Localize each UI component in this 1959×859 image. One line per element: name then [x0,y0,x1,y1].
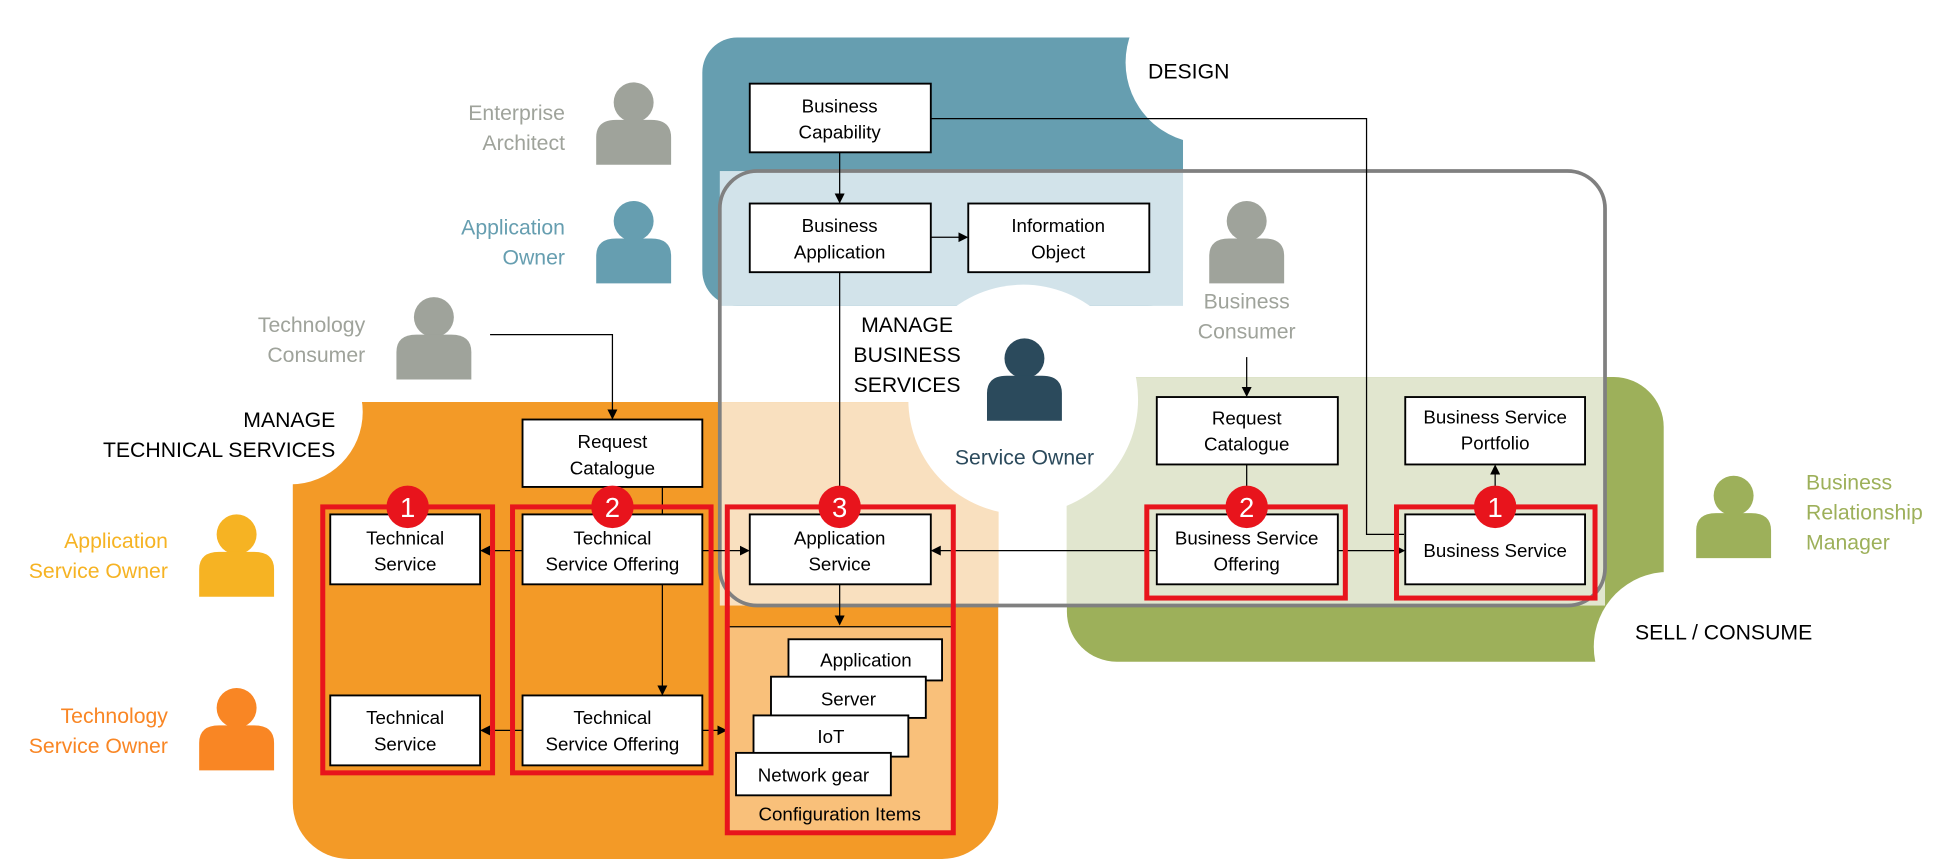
ci-iot[interactable]: IoT [752,714,910,758]
business-consumer-label: Consumer [1198,320,1296,343]
application-owner-person-icon [596,201,672,284]
enterprise-architect-label: Enterprise [468,102,565,125]
box-label: Offering [1214,554,1280,575]
service-owner-label: Service Owner [955,446,1094,469]
box-label: Service [808,554,870,575]
box-label: Service [374,554,436,575]
box-label: Capability [799,122,882,143]
technical-service-box-2[interactable]: Technical Service [329,694,482,767]
ci-label: Network gear [758,765,869,786]
box-label: Object [1031,241,1086,262]
application-service-owner-label: Service Owner [29,560,168,583]
box-label: Service Offering [545,554,679,575]
box-label: Request [1212,408,1283,429]
request-catalogue-business-box[interactable]: Request Catalogue [1155,396,1339,466]
business-consumer-person-icon [1209,201,1285,284]
box-label: Business Service [1175,527,1319,548]
manage-business-label-3: SERVICES [854,374,961,397]
service-model-diagram: DESIGN MANAGE BUSINESS SERVICES MANAGE T… [29,0,1923,859]
ci-label: IoT [817,726,844,747]
badge-number: 1 [400,492,415,523]
ci-label: Server [821,688,876,709]
box-label: Catalogue [570,457,655,478]
technology-service-owner-label: Service Owner [29,735,168,758]
ci-network-gear[interactable]: Network gear [735,751,892,797]
box-label: Service Offering [545,733,679,754]
box-label: Technical [573,707,651,728]
box-label: Application [794,241,886,262]
enterprise-architect-person-icon [596,82,672,165]
manage-business-label-1: MANAGE [861,314,953,337]
badge: 2 [1225,485,1268,529]
configuration-items-title: Configuration Items [759,803,921,824]
manage-technical-label-2: TECHNICAL SERVICES [103,439,335,462]
business-consumer-label: Business [1204,290,1290,313]
brm-label: Relationship [1806,501,1923,524]
design-label: DESIGN [1148,61,1229,84]
technology-service-owner-label: Technology [61,705,169,728]
manage-business-label-2: BUSINESS [853,344,960,367]
application-owner-label: Owner [502,247,565,270]
business-capability-box[interactable]: Business Capability [748,82,932,154]
brm-label: Business [1806,471,1892,494]
badge-number: 2 [605,492,620,523]
sell-consume-label: SELL / CONSUME [1635,621,1812,644]
technical-service-offering-box-2[interactable]: Technical Service Offering [521,694,704,767]
business-application-box[interactable]: Business Application [748,202,932,274]
box-label: Application [794,527,886,548]
brm-label: Manager [1806,531,1890,554]
box-label: Business Service [1423,540,1567,561]
box-label: Technical [366,707,444,728]
box-label: Request [578,431,649,452]
box-label: Portfolio [1461,432,1530,453]
ci-label: Application [820,650,912,671]
business-service-portfolio-box[interactable]: Business Service Portfolio [1404,396,1586,466]
badge: 3 [818,485,861,529]
box-label: Business [802,215,878,236]
box-label: Catalogue [1204,434,1289,455]
badge-number: 2 [1239,492,1254,523]
business-relationship-manager-person-icon [1696,475,1772,559]
badge-number: 1 [1488,492,1503,523]
ci-application[interactable]: Application [787,638,943,682]
information-object-box[interactable]: Information Object [967,202,1151,274]
manage-technical-label-1: MANAGE [243,409,335,432]
enterprise-architect-label: Architect [482,132,565,155]
technology-consumer-label: Technology [258,314,366,337]
application-service-owner-person-icon [199,514,275,597]
box-label: Information [1011,215,1105,236]
request-catalogue-tech-box[interactable]: Request Catalogue [521,418,704,488]
technology-consumer-label: Consumer [267,344,365,367]
box-label: Technical [366,527,444,548]
application-service-owner-label: Application [64,530,168,553]
box-label: Service [374,733,436,754]
technology-consumer-person-icon [396,297,472,380]
ci-server[interactable]: Server [770,675,927,719]
box-label: Business Service [1423,406,1567,427]
box-label: Technical [573,527,651,548]
box-label: Business [802,95,878,116]
badge: 1 [386,485,429,529]
badge: 2 [591,485,634,529]
badge-number: 3 [832,492,847,523]
technology-service-owner-person-icon [199,687,275,771]
badge: 1 [1473,485,1517,529]
application-owner-label: Application [461,217,565,240]
